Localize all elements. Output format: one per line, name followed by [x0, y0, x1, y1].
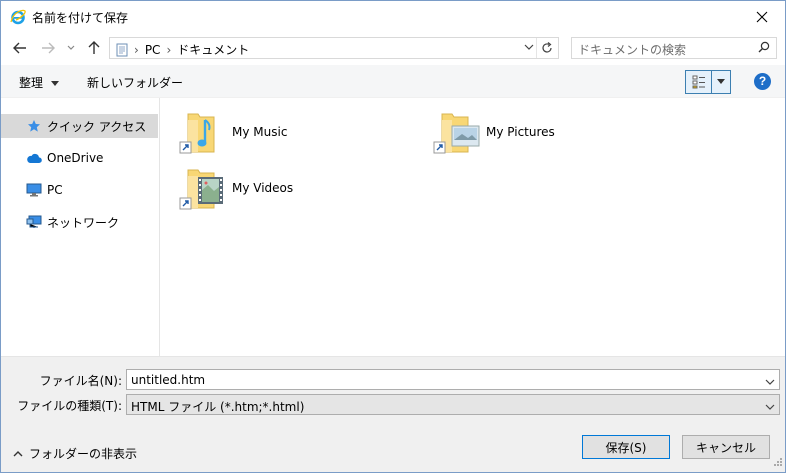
nav-label: ネットワーク	[47, 215, 120, 230]
resize-grip-icon[interactable]	[773, 456, 783, 470]
cancel-button[interactable]: キャンセル	[682, 435, 770, 459]
music-folder-icon	[178, 108, 226, 156]
search-placeholder: ドキュメントの検索	[578, 43, 687, 57]
title-bar: 名前を付けて保存	[1, 1, 785, 32]
cloud-icon	[25, 153, 43, 164]
monitor-icon	[25, 183, 43, 197]
filetype-label: ファイルの種類(T):	[17, 399, 122, 413]
nav-item-network[interactable]: ネットワーク	[1, 210, 158, 234]
new-folder-button[interactable]: 新しいフォルダー	[87, 74, 183, 91]
back-arrow-icon	[13, 42, 26, 54]
up-button[interactable]	[85, 40, 103, 56]
pictures-folder-icon	[432, 108, 480, 156]
chevron-down-icon	[67, 45, 75, 50]
chevron-up-icon	[13, 450, 23, 456]
filename-history-dropdown[interactable]	[765, 375, 775, 389]
breadcrumb-pc[interactable]: PC	[145, 43, 161, 57]
refresh-icon	[541, 42, 552, 53]
navigation-row: › PC › ドキュメント ドキュメントの検索	[1, 32, 785, 65]
star-icon	[25, 119, 43, 133]
network-icon	[25, 215, 43, 229]
recent-locations-button[interactable]	[65, 40, 77, 56]
forward-arrow-icon	[42, 42, 55, 54]
forward-button[interactable]	[39, 40, 57, 56]
file-list: My Music My Pictures My Videos	[161, 98, 785, 356]
search-icon[interactable]	[758, 41, 770, 56]
filename-label: ファイル名(N):	[39, 374, 122, 388]
documents-location-icon	[116, 43, 128, 56]
nav-label: PC	[47, 183, 63, 197]
save-options-panel: ファイル名(N): untitled.htm ファイルの種類(T): HTML …	[1, 356, 785, 472]
folder-item-my-videos[interactable]: My Videos	[178, 164, 293, 212]
address-bar[interactable]: › PC › ドキュメント	[109, 37, 559, 59]
hide-folders-toggle[interactable]: フォルダーの非表示	[13, 445, 137, 462]
change-view-button[interactable]	[685, 70, 731, 94]
view-options-dropdown[interactable]	[712, 71, 730, 93]
nav-label: クイック アクセス	[47, 119, 147, 134]
close-icon	[756, 11, 768, 22]
filename-value: untitled.htm	[131, 373, 206, 387]
nav-label: OneDrive	[47, 151, 104, 165]
chevron-down-icon	[765, 404, 775, 410]
filename-input[interactable]: untitled.htm	[126, 369, 780, 390]
refresh-button[interactable]	[536, 38, 556, 58]
breadcrumb-separator: ›	[166, 42, 172, 57]
nav-item-pc[interactable]: PC	[1, 178, 158, 202]
nav-item-quick-access[interactable]: クイック アクセス	[1, 114, 158, 138]
back-button[interactable]	[11, 40, 29, 56]
window-title: 名前を付けて保存	[32, 11, 129, 25]
chevron-down-icon	[765, 379, 775, 385]
dropdown-arrow-icon	[50, 81, 59, 86]
folder-label: My Music	[232, 125, 288, 139]
breadcrumb-documents[interactable]: ドキュメント	[177, 41, 249, 58]
filetype-select[interactable]: HTML ファイル (*.htm;*.html)	[126, 394, 780, 415]
details-view-icon[interactable]	[686, 71, 712, 93]
organize-label: 整理	[19, 76, 44, 90]
help-button[interactable]: ?	[754, 73, 771, 90]
hide-folders-label: フォルダーの非表示	[29, 447, 138, 461]
folder-item-my-music[interactable]: My Music	[178, 108, 287, 156]
close-button[interactable]	[739, 1, 785, 32]
command-bar: 整理 新しいフォルダー ?	[1, 65, 785, 98]
dropdown-arrow-icon	[717, 79, 725, 84]
chevron-down-icon	[524, 44, 534, 50]
breadcrumb-separator: ›	[134, 42, 139, 57]
address-history-dropdown[interactable]	[524, 41, 534, 55]
internet-explorer-icon	[10, 9, 26, 25]
save-button[interactable]: 保存(S)	[582, 435, 670, 459]
navigation-pane: クイック アクセス OneDrive PC ネットワーク	[1, 98, 160, 356]
nav-item-onedrive[interactable]: OneDrive	[1, 146, 158, 170]
filetype-dropdown[interactable]	[765, 400, 775, 414]
search-box[interactable]: ドキュメントの検索	[571, 37, 777, 59]
organize-menu[interactable]: 整理	[19, 74, 59, 91]
save-as-dialog: 名前を付けて保存 › PC › ドキュメント ドキュメントの検索 整理 新しいフ…	[0, 0, 786, 473]
filetype-value: HTML ファイル (*.htm;*.html)	[131, 400, 305, 414]
folder-label: My Pictures	[486, 125, 555, 139]
up-arrow-icon	[88, 41, 100, 54]
videos-folder-icon	[178, 164, 226, 212]
folder-label: My Videos	[232, 181, 294, 195]
folder-item-my-pictures[interactable]: My Pictures	[432, 108, 555, 156]
